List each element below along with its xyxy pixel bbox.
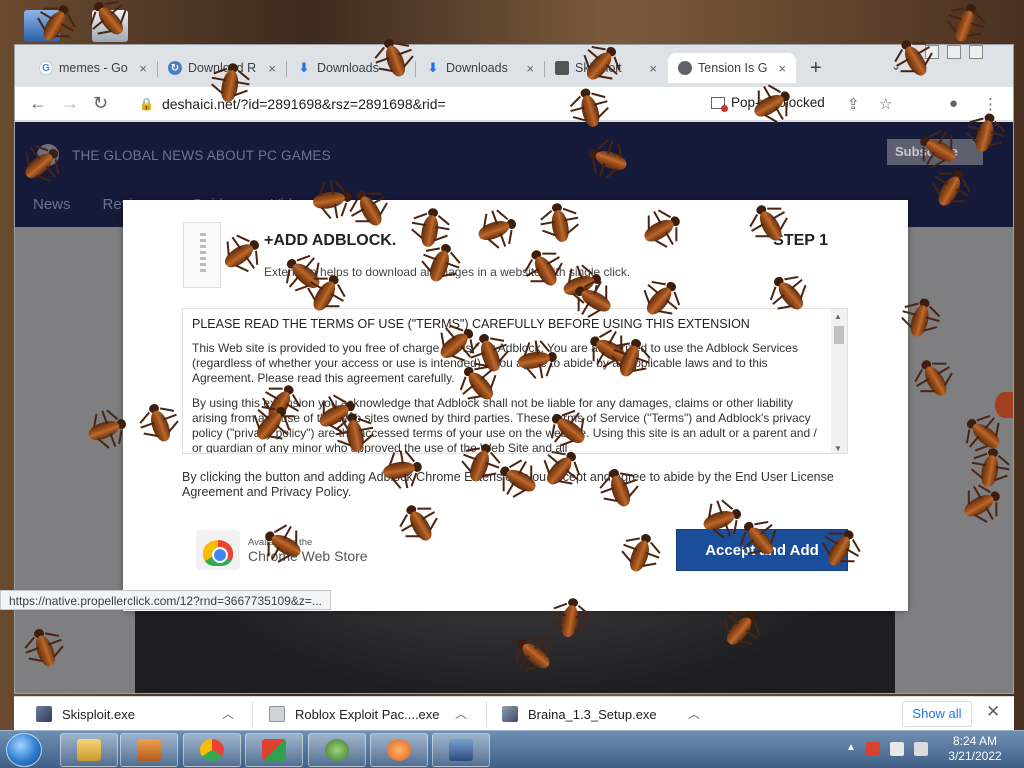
close-tab-icon[interactable]: × xyxy=(139,61,147,76)
download-item-braina[interactable]: Braina_1.3_Setup.exe ︿ xyxy=(502,703,702,725)
nav-item-news[interactable]: News xyxy=(33,196,71,213)
taskbar-app-7[interactable] xyxy=(432,733,490,767)
share-icon[interactable]: ⇪ xyxy=(847,95,860,113)
chevron-up-icon[interactable]: ︿ xyxy=(222,705,234,722)
taskbar-chrome[interactable] xyxy=(183,733,241,767)
skisploit-icon xyxy=(555,61,569,75)
link-status-bubble: https://native.propellerclick.com/12?rnd… xyxy=(0,590,331,610)
exe-file-icon xyxy=(269,706,285,722)
download-shelf: Skisploit.exe ︿ Roblox Exploit Pac....ex… xyxy=(14,696,1014,730)
google-icon: G xyxy=(39,61,53,75)
tab-label: Downloads xyxy=(446,61,508,75)
new-tab-button[interactable]: + xyxy=(810,57,822,80)
action-center-flag-icon[interactable] xyxy=(866,742,880,756)
download-filename: Skisploit.exe xyxy=(62,706,135,722)
tab-label: memes - Go xyxy=(59,61,128,75)
forward-arrow-icon[interactable]: → xyxy=(61,93,79,114)
chevron-up-icon[interactable]: ︿ xyxy=(455,705,467,722)
start-button[interactable] xyxy=(6,733,42,767)
app-icon xyxy=(449,739,473,761)
folder-icon xyxy=(77,739,101,761)
app-icon xyxy=(262,739,286,761)
show-all-downloads-button[interactable]: Show all xyxy=(902,701,972,727)
download-filename: Roblox Exploit Pac....exe xyxy=(295,706,440,722)
download-icon: ⬇ xyxy=(298,60,310,75)
lock-icon[interactable]: 🔒 xyxy=(139,97,154,111)
media-player-icon xyxy=(137,739,161,761)
download-filename: Braina_1.3_Setup.exe xyxy=(528,706,657,722)
chrome-icon xyxy=(200,739,224,761)
close-download-shelf-icon[interactable]: ✕ xyxy=(986,702,1000,722)
profile-avatar-icon[interactable]: ● xyxy=(949,95,958,112)
close-tab-icon[interactable]: × xyxy=(526,61,534,76)
close-tab-icon[interactable]: × xyxy=(778,61,786,76)
tray-expand-icon[interactable]: ▲ xyxy=(846,742,856,753)
app-icon xyxy=(325,739,349,761)
scroll-thumb[interactable] xyxy=(834,326,844,344)
download-icon: ⬇ xyxy=(427,60,439,75)
clock-date: 3/21/2022 xyxy=(948,749,1002,763)
volume-icon[interactable] xyxy=(914,742,928,756)
tab-memes[interactable]: G memes - Go × xyxy=(29,53,157,83)
download-separator xyxy=(486,701,487,727)
clock-time: 8:24 AM xyxy=(952,734,998,748)
roblox-download-icon: ↻ xyxy=(168,61,182,75)
close-tab-icon[interactable]: × xyxy=(268,61,276,76)
taskbar-app-6[interactable] xyxy=(370,733,428,767)
side-arrow-button[interactable] xyxy=(995,392,1013,418)
scroll-up-arrow-icon[interactable]: ▲ xyxy=(834,312,842,321)
app-icon xyxy=(387,739,411,761)
url-text[interactable]: deshaici.net/?id=2891698&rsz=2891698&rid… xyxy=(162,96,446,112)
terms-scrollbar[interactable]: ▲ ▼ xyxy=(831,309,847,453)
site-tagline: THE GLOBAL NEWS ABOUT PC GAMES xyxy=(72,148,331,163)
taskbar-media-player[interactable] xyxy=(120,733,178,767)
download-item-roblox-exploit[interactable]: Roblox Exploit Pac....exe ︿ xyxy=(269,703,469,725)
chrome-logo-icon xyxy=(196,530,240,570)
download-item-skisploit[interactable]: Skisploit.exe ︿ xyxy=(36,703,236,725)
taskbar-app-5[interactable] xyxy=(308,733,366,767)
tab-label: Tension Is G xyxy=(698,61,768,75)
exe-file-icon xyxy=(36,706,52,722)
windows-taskbar: ▲ 8:24 AM 3/21/2022 xyxy=(0,730,1024,768)
download-separator xyxy=(252,701,253,727)
taskbar-explorer[interactable] xyxy=(60,733,118,767)
network-icon[interactable] xyxy=(890,742,904,756)
bookmark-star-icon[interactable]: ☆ xyxy=(879,95,892,113)
tab-tension-active[interactable]: Tension Is G × xyxy=(668,53,796,83)
popup-blocked-icon xyxy=(711,96,728,112)
exe-file-icon xyxy=(502,706,518,722)
close-tab-icon[interactable]: × xyxy=(649,61,657,76)
reload-icon[interactable]: ↻ xyxy=(93,93,108,114)
chevron-up-icon[interactable]: ︿ xyxy=(688,705,700,722)
globe-icon xyxy=(678,61,692,75)
terms-heading: PLEASE READ THE TERMS OF USE ("TERMS") C… xyxy=(192,317,750,331)
tab-strip: G memes - Go × ↻ Download R × ⬇ Download… xyxy=(15,45,1013,87)
scroll-down-arrow-icon[interactable]: ▼ xyxy=(834,444,842,453)
tab-downloads-2[interactable]: ⬇ Downloads × xyxy=(416,53,544,83)
back-arrow-icon[interactable]: ← xyxy=(29,93,47,114)
taskbar-app-4[interactable] xyxy=(245,733,303,767)
taskbar-clock[interactable]: 8:24 AM 3/21/2022 xyxy=(944,734,1006,764)
browser-toolbar: ← → ↻ 🔒 deshaici.net/?id=2891698&rsz=289… xyxy=(15,87,1013,121)
